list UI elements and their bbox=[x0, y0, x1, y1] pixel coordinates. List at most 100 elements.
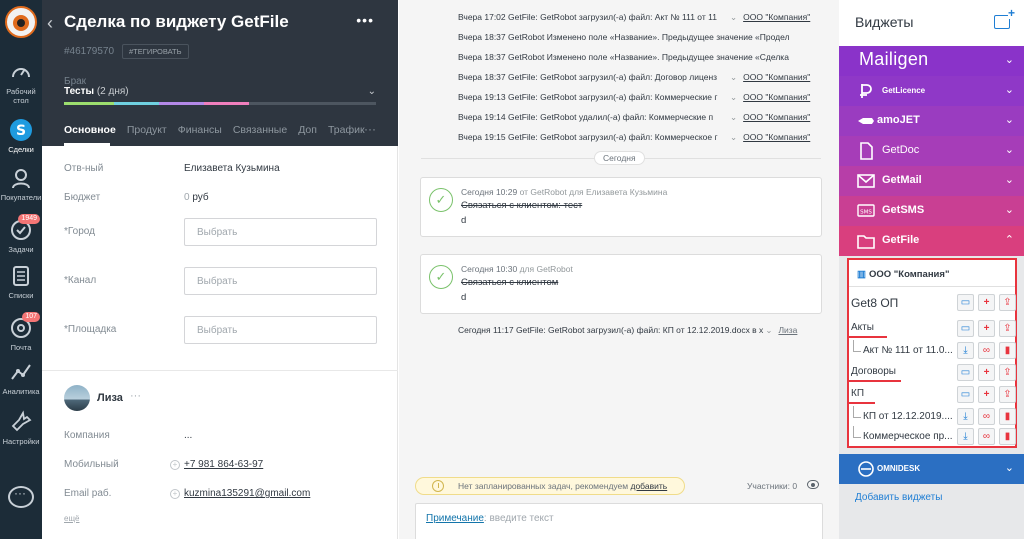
email-link[interactable]: kuzmina135291@gmail.com bbox=[184, 488, 310, 499]
open-folder-button[interactable]: ▭ bbox=[957, 294, 974, 311]
platform-select[interactable]: Выбрать bbox=[184, 316, 377, 344]
chevron-down-icon[interactable]: ⌄ bbox=[1005, 143, 1014, 156]
task-done-check-icon[interactable]: ✓ bbox=[429, 265, 453, 289]
widget-getmail[interactable]: GetMail ⌄ bbox=[839, 166, 1024, 196]
widget-omnidesk[interactable]: OMNIDESK ⌄ bbox=[839, 454, 1024, 484]
eye-icon[interactable] bbox=[807, 480, 819, 489]
lead-title[interactable]: Сделка по виджету GetFile bbox=[64, 12, 289, 32]
budget-value[interactable]: 0 руб bbox=[184, 192, 209, 203]
chevron-down-icon[interactable]: ⌄ bbox=[1005, 83, 1014, 96]
tab-product[interactable]: Продукт bbox=[127, 124, 167, 136]
expand-chevron-icon[interactable]: ⌄ bbox=[730, 112, 737, 122]
delete-button[interactable]: ▮ bbox=[999, 408, 1016, 425]
feed-company-link[interactable]: ООО "Компания" bbox=[743, 132, 810, 142]
open-folder-button[interactable]: ▭ bbox=[957, 364, 974, 381]
widget-getfile[interactable]: GetFile ⌃ bbox=[839, 226, 1024, 256]
feed-company-link[interactable]: ООО "Компания" bbox=[743, 72, 810, 82]
add-button[interactable]: + bbox=[978, 294, 995, 311]
expand-chevron-icon[interactable]: ⌄ bbox=[730, 12, 737, 22]
tab-finance[interactable]: Финансы bbox=[178, 124, 222, 136]
add-button[interactable]: + bbox=[978, 386, 995, 403]
task-done-check-icon[interactable]: ✓ bbox=[429, 188, 453, 212]
add-button[interactable]: + bbox=[978, 364, 995, 381]
chevron-down-icon[interactable]: ⌄ bbox=[368, 86, 376, 97]
stage-selector[interactable]: Тесты (2 дня) bbox=[64, 86, 129, 97]
chevron-down-icon[interactable]: ⌄ bbox=[1005, 203, 1014, 216]
contact-name[interactable]: Лиза bbox=[97, 392, 123, 404]
feed-item-text: Вчера 18:37 GetFile: GetRobot загрузил(-… bbox=[458, 72, 718, 82]
chevron-up-icon[interactable]: ⌃ bbox=[1005, 233, 1014, 246]
completed-task[interactable]: ✓ Сегодня 10:29 от GetRobot для Елизавет… bbox=[420, 177, 822, 237]
upload-button[interactable]: ⇪ bbox=[999, 364, 1016, 381]
widget-getsms[interactable]: SMS GetSMS ⌄ bbox=[839, 196, 1024, 226]
nav-item-settings[interactable]: Настройки bbox=[0, 410, 42, 446]
expand-chevron-icon[interactable]: ⌄ bbox=[730, 72, 737, 82]
mobile-link[interactable]: +7 981 864-63-97 bbox=[184, 459, 263, 470]
chevron-down-icon[interactable]: ⌄ bbox=[1005, 461, 1014, 474]
more-fields-link[interactable]: ещё bbox=[64, 514, 79, 523]
completed-task[interactable]: ✓ Сегодня 10:30 для GetRobot Связаться с… bbox=[420, 254, 822, 314]
nav-item-lists[interactable]: Списки bbox=[0, 264, 42, 300]
nav-item-dashboard[interactable]: Рабочий стол bbox=[0, 60, 42, 105]
note-input[interactable]: Примечание: введите текст bbox=[415, 503, 823, 539]
participants-count[interactable]: Участники: 0 bbox=[747, 481, 797, 491]
open-folder-button[interactable]: ▭ bbox=[957, 386, 974, 403]
nav-item-customers[interactable]: Покупатели bbox=[0, 166, 42, 202]
add-button[interactable]: + bbox=[978, 320, 995, 337]
company-value[interactable]: ... bbox=[184, 430, 192, 441]
nav-item-deals[interactable]: S Сделки bbox=[0, 118, 42, 154]
delete-button[interactable]: ▮ bbox=[999, 428, 1016, 445]
widget-getlicence[interactable]: GetLicence ⌄ bbox=[839, 76, 1024, 106]
tabs-more-icon[interactable]: ··· bbox=[364, 122, 376, 136]
widget-getdoc[interactable]: GetDoc ⌄ bbox=[839, 136, 1024, 166]
chevron-down-icon[interactable]: ⌄ bbox=[1005, 173, 1014, 186]
getfile-root-folder[interactable]: Get8 ОП bbox=[851, 296, 898, 310]
download-button[interactable]: ⤓ bbox=[957, 408, 974, 425]
download-button[interactable]: ⤓ bbox=[957, 428, 974, 445]
note-type-selector[interactable]: Примечание bbox=[426, 513, 484, 524]
upload-button[interactable]: ⇪ bbox=[999, 386, 1016, 403]
tab-main[interactable]: Основное bbox=[64, 124, 116, 136]
widget-mailigen[interactable]: Mailigen ⌄ bbox=[839, 46, 1024, 76]
feed-company-link[interactable]: ООО "Компания" bbox=[743, 112, 810, 122]
upload-button[interactable]: ⇪ bbox=[999, 294, 1016, 311]
delete-button[interactable]: ▮ bbox=[999, 342, 1016, 359]
tag-button[interactable]: #ТЕГИРОВАТЬ bbox=[122, 44, 189, 59]
widget-amojet[interactable]: amoJET ⌄ bbox=[839, 106, 1024, 136]
add-widget-icon[interactable] bbox=[994, 7, 1016, 29]
nav-item-analytics[interactable]: Аналитика bbox=[0, 360, 42, 396]
channel-select[interactable]: Выбрать bbox=[184, 267, 377, 295]
contact-avatar[interactable] bbox=[64, 385, 90, 411]
add-task-link[interactable]: добавить bbox=[631, 481, 668, 491]
contact-more-icon[interactable]: ··· bbox=[130, 390, 141, 402]
tab-related[interactable]: Связанные bbox=[233, 124, 287, 136]
feed-company-link[interactable]: ООО "Компания" bbox=[743, 92, 810, 102]
link-button[interactable]: ∞ bbox=[978, 428, 995, 445]
city-select[interactable]: Выбрать bbox=[184, 218, 377, 246]
nav-item-tasks[interactable]: 1949 Задачи bbox=[0, 214, 42, 254]
add-phone-icon[interactable]: + bbox=[170, 460, 180, 470]
expand-chevron-icon[interactable]: ⌄ bbox=[730, 92, 737, 102]
feed-company-link[interactable]: ООО "Компания" bbox=[743, 12, 810, 22]
more-options-icon[interactable]: ••• bbox=[356, 12, 374, 28]
tab-extra[interactable]: Доп bbox=[298, 124, 317, 136]
chevron-down-icon[interactable]: ⌄ bbox=[1005, 113, 1014, 126]
back-arrow-icon[interactable]: ‹ bbox=[47, 13, 53, 34]
expand-chevron-icon[interactable]: ⌄ bbox=[765, 325, 772, 335]
add-email-icon[interactable]: + bbox=[170, 489, 180, 499]
download-button[interactable]: ⤓ bbox=[957, 342, 974, 359]
chevron-down-icon[interactable]: ⌄ bbox=[1005, 53, 1014, 66]
link-button[interactable]: ∞ bbox=[978, 408, 995, 425]
responsible-value[interactable]: Елизавета Кузьмина bbox=[184, 163, 280, 174]
upload-button[interactable]: ⇪ bbox=[999, 320, 1016, 337]
link-button[interactable]: ∞ bbox=[978, 342, 995, 359]
open-folder-button[interactable]: ▭ bbox=[957, 320, 974, 337]
chat-icon[interactable] bbox=[8, 486, 34, 508]
feed-contact-link[interactable]: Лиза bbox=[778, 325, 797, 335]
account-avatar[interactable] bbox=[5, 6, 37, 38]
task-meta: Сегодня 10:29 от GetRobot для Елизавета … bbox=[461, 187, 667, 197]
add-widgets-link[interactable]: Добавить виджеты bbox=[855, 492, 942, 503]
tab-traffic[interactable]: Трафик bbox=[328, 124, 365, 136]
expand-chevron-icon[interactable]: ⌄ bbox=[730, 132, 737, 142]
nav-item-mail[interactable]: 107 Почта bbox=[0, 312, 42, 352]
